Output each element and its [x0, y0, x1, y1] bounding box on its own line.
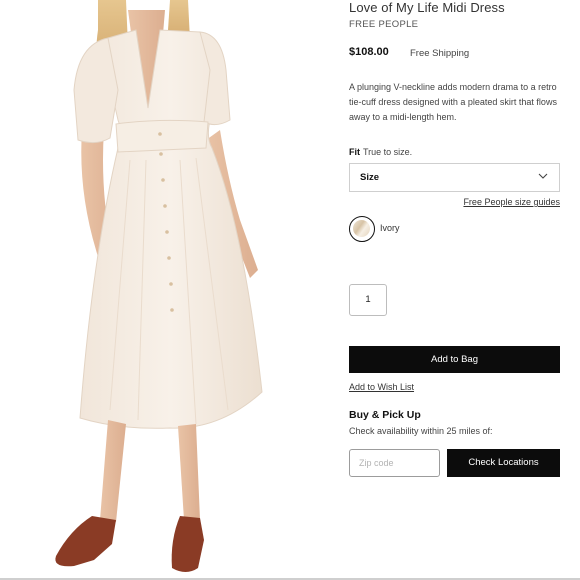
waistband [115, 119, 209, 153]
product-description: A plunging V-neckline adds modern drama … [349, 82, 557, 122]
leg-right [178, 424, 200, 520]
color-swatch-ivory[interactable] [349, 216, 375, 242]
product-title: Love of My Life Midi Dress [349, 0, 505, 15]
product-photo[interactable] [0, 0, 336, 578]
brand-link[interactable]: FREE PEOPLE [349, 19, 418, 30]
add-to-bag-button[interactable]: Add to Bag [349, 346, 560, 373]
size-guide-link[interactable]: Free People size guides [463, 197, 560, 207]
color-name: Ivory [380, 223, 400, 233]
quantity-select[interactable]: 1 [349, 284, 387, 316]
check-locations-button[interactable]: Check Locations [447, 449, 560, 477]
leg-left [100, 420, 126, 522]
size-dropdown-label: Size [360, 172, 380, 183]
fit-label: Fit [349, 147, 360, 157]
sleeve-left [73, 37, 119, 144]
dress-model-image [55, 0, 263, 572]
product-price: $108.00 [349, 46, 389, 58]
shipping-note: Free Shipping [410, 48, 470, 59]
pickup-subtitle: Check availability within 25 miles of: [349, 426, 493, 436]
shoe-left [55, 516, 116, 567]
swatch-fabric [353, 220, 370, 237]
fit-note: True to size. [363, 147, 413, 157]
shoe-right [171, 516, 204, 572]
pickup-title: Buy & Pick Up [349, 409, 421, 421]
add-to-wish-list-link[interactable]: Add to Wish List [349, 382, 414, 392]
zip-code-input[interactable] [349, 449, 440, 477]
product-page: Love of My Life Midi Dress FREE PEOPLE $… [0, 0, 580, 580]
chevron-down-icon [538, 173, 548, 179]
fit-info: Fit True to size. [349, 147, 412, 157]
size-dropdown[interactable]: Size [349, 163, 560, 192]
